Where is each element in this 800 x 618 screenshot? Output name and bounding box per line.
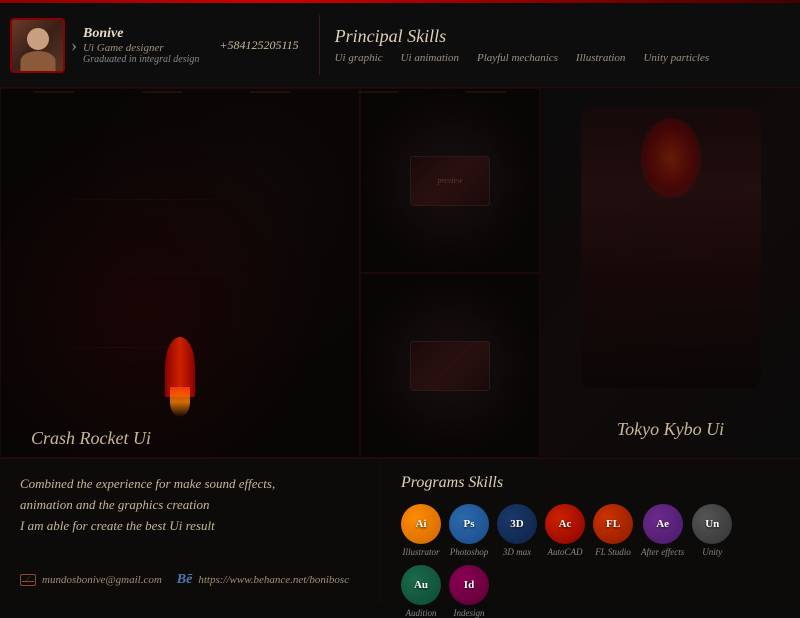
identity-block: Bonive Ui Game designer Graduated in int… bbox=[83, 26, 199, 65]
bio-line-1: Combined the experience for make sound e… bbox=[20, 474, 360, 495]
program-item-audition[interactable]: Au Audition bbox=[401, 565, 441, 618]
prog-icon-au: Au bbox=[401, 565, 441, 605]
prog-label-ai: Illustrator bbox=[402, 547, 439, 557]
prog-label-ae: After effects bbox=[641, 547, 684, 557]
contact-email[interactable]: mundosbonive@gmail.com bbox=[20, 574, 162, 586]
skill-playful[interactable]: Playful mechanics bbox=[477, 52, 558, 64]
footer-right: Programs Skills Ai Illustrator Ps Photoshop… bbox=[380, 459, 800, 603]
prog-icon-id: Id bbox=[449, 565, 489, 605]
prog-icon-un: Un bbox=[692, 504, 732, 544]
crash-label: Crash Rocket Ui bbox=[31, 428, 151, 449]
prog-icon-fl: FL bbox=[593, 504, 633, 544]
kybo-visual bbox=[581, 108, 761, 388]
main-content: Crash Rocket Ui preview Tokyo Kybo Ui bbox=[0, 88, 800, 458]
avatar bbox=[10, 18, 65, 73]
h-line-2 bbox=[73, 273, 288, 274]
avatar-image bbox=[12, 20, 63, 71]
cell-mid-right[interactable] bbox=[360, 273, 540, 458]
footer-contact: mundosbonive@gmail.com Bē https://www.be… bbox=[20, 572, 360, 588]
program-item-fl-studio[interactable]: FL FL Studio bbox=[593, 504, 633, 557]
tokyo-label: Tokyo Kybo Ui bbox=[617, 419, 724, 440]
phone: +584125205115 bbox=[219, 38, 298, 53]
mark-2 bbox=[142, 91, 182, 93]
crash-rocket-cell[interactable]: Crash Rocket Ui bbox=[0, 88, 360, 458]
top-marks bbox=[0, 88, 540, 96]
footer-bio: Combined the experience for make sound e… bbox=[20, 474, 360, 536]
prog-label-id: Indesign bbox=[454, 608, 485, 618]
prog-label-au: Audition bbox=[406, 608, 437, 618]
skills-nav: Ui graphic Ui animation Playful mechanic… bbox=[335, 52, 790, 64]
prog-label-ps: Photoshop bbox=[450, 547, 489, 557]
mark-1 bbox=[34, 91, 74, 93]
header: › Bonive Ui Game designer Graduated in i… bbox=[0, 3, 800, 88]
name: Bonive bbox=[83, 26, 199, 42]
cell-top-right[interactable]: preview bbox=[360, 88, 540, 273]
vertical-divider bbox=[319, 15, 320, 75]
email-icon bbox=[20, 574, 36, 586]
prog-label-un: Unity bbox=[702, 547, 722, 557]
h-line-1 bbox=[37, 199, 252, 200]
skill-illustration[interactable]: Illustration bbox=[576, 52, 626, 64]
behance-url: https://www.behance.net/bonibosc bbox=[198, 574, 349, 586]
prog-icon-ae: Ae bbox=[643, 504, 683, 544]
program-item-autocad[interactable]: Ac AutoCAD bbox=[545, 504, 585, 557]
mark-5 bbox=[466, 91, 506, 93]
program-item-unity[interactable]: Un Unity bbox=[692, 504, 732, 557]
prog-icon-ps: Ps bbox=[449, 504, 489, 544]
prog-label-ac: AutoCAD bbox=[548, 547, 583, 557]
program-item-photoshop[interactable]: Ps Photoshop bbox=[449, 504, 489, 557]
rocket-flame bbox=[170, 387, 190, 417]
program-item-indesign[interactable]: Id Indesign bbox=[449, 565, 489, 618]
principal-skills: Principal Skills Ui graphic Ui animation… bbox=[335, 26, 790, 64]
small-preview-mr bbox=[410, 341, 490, 391]
prog-icon-ac: Ac bbox=[545, 504, 585, 544]
principal-skills-title: Principal Skills bbox=[335, 26, 790, 47]
kybo-figure bbox=[581, 108, 761, 388]
skill-unity[interactable]: Unity particles bbox=[643, 52, 709, 64]
small-preview-tr: preview bbox=[410, 156, 490, 206]
prog-icon-3d: 3D bbox=[497, 504, 537, 544]
footer: Combined the experience for make sound e… bbox=[0, 458, 800, 603]
programs-icons: Ai Illustrator Ps Photoshop 3D 3D max Ac AutoCA… bbox=[401, 504, 780, 618]
bio-line-2: animation and the graphics creation bbox=[20, 495, 360, 516]
portfolio-area: Crash Rocket Ui preview bbox=[0, 88, 540, 458]
programs-title: Programs Skills bbox=[401, 474, 780, 492]
program-item-3d-max[interactable]: 3D 3D max bbox=[497, 504, 537, 557]
prog-label-fl: FL Studio bbox=[595, 547, 631, 557]
tokyo-area: Tokyo Kybo Ui bbox=[540, 88, 800, 458]
mark-3 bbox=[250, 91, 290, 93]
mark-4 bbox=[358, 91, 398, 93]
rocket-visual bbox=[140, 297, 220, 417]
contact-behance[interactable]: Bē https://www.behance.net/bonibosc bbox=[177, 572, 349, 588]
email-text: mundosbonive@gmail.com bbox=[42, 574, 162, 586]
prog-icon-ai: Ai bbox=[401, 504, 441, 544]
program-item-after-effects[interactable]: Ae After effects bbox=[641, 504, 684, 557]
prog-label-3d: 3D max bbox=[503, 547, 531, 557]
footer-left: Combined the experience for make sound e… bbox=[0, 459, 380, 603]
behance-icon: Bē bbox=[177, 572, 193, 588]
role: Ui Game designer bbox=[83, 42, 199, 54]
chevron-right-icon: › bbox=[71, 35, 77, 56]
skill-ui-graphic[interactable]: Ui graphic bbox=[335, 52, 383, 64]
program-item-illustrator[interactable]: Ai Illustrator bbox=[401, 504, 441, 557]
bio-line-3: I am able for create the best Ui result bbox=[20, 516, 360, 537]
skill-ui-animation[interactable]: Ui animation bbox=[401, 52, 459, 64]
preview-text-tr: preview bbox=[437, 176, 462, 185]
graduation: Graduated in integral design bbox=[83, 54, 199, 65]
